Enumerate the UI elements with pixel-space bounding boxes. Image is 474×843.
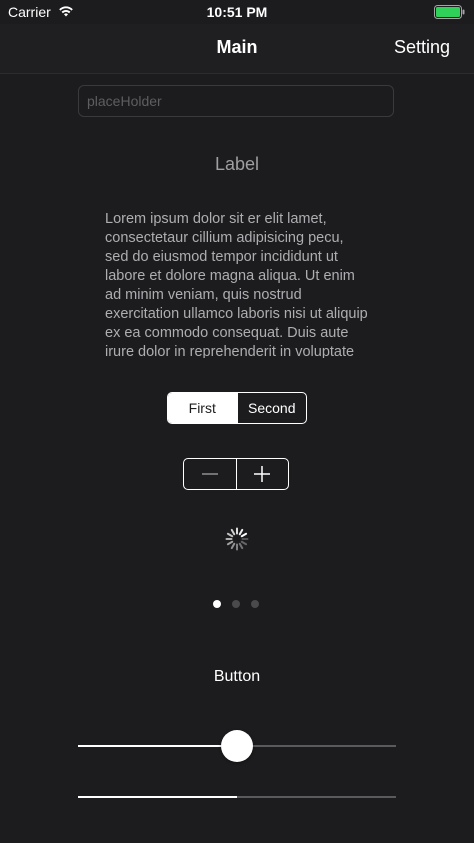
stepper-increment-button[interactable] [235, 459, 289, 489]
navigation-bar: Main Setting [0, 24, 474, 74]
activity-indicator-spoke [230, 542, 236, 550]
status-bar: Carrier 10:51 PM [0, 0, 474, 24]
activity-indicator-spoke [238, 528, 244, 536]
stepper [183, 458, 289, 490]
activity-indicator-spoke [240, 532, 248, 538]
activity-indicator-spoke [240, 540, 248, 546]
slider-max-track [253, 745, 396, 747]
plus-icon [254, 466, 271, 482]
progress-fill [78, 796, 237, 798]
activity-indicator-spoke [226, 532, 234, 538]
button[interactable]: Button [197, 668, 277, 686]
slider-min-track [78, 745, 221, 747]
activity-indicator-spoke [226, 540, 234, 546]
setting-button[interactable]: Setting [394, 37, 450, 58]
slider-thumb[interactable] [221, 730, 253, 762]
battery-icon [434, 5, 465, 19]
segmented-control: First Second [167, 392, 307, 424]
segment-second[interactable]: Second [236, 393, 307, 423]
label: Label [214, 154, 260, 174]
page-dot[interactable] [213, 600, 221, 608]
status-time: 10:51 PM [206, 4, 268, 20]
activity-indicator-spoke [238, 542, 244, 550]
page-control [213, 599, 261, 609]
slider[interactable] [78, 730, 396, 762]
text-field[interactable] [78, 85, 394, 117]
text-view[interactable]: Lorem ipsum dolor sit er elit lamet, con… [105, 210, 369, 358]
segment-first[interactable]: First [168, 393, 237, 423]
progress-view [78, 796, 396, 798]
stepper-decrement-button[interactable] [184, 459, 236, 489]
activity-indicator-spoke [230, 528, 236, 536]
page-dot[interactable] [232, 600, 240, 608]
minus-icon [201, 473, 218, 475]
page-dot[interactable] [251, 600, 259, 608]
activity-indicator-icon [225, 527, 249, 551]
